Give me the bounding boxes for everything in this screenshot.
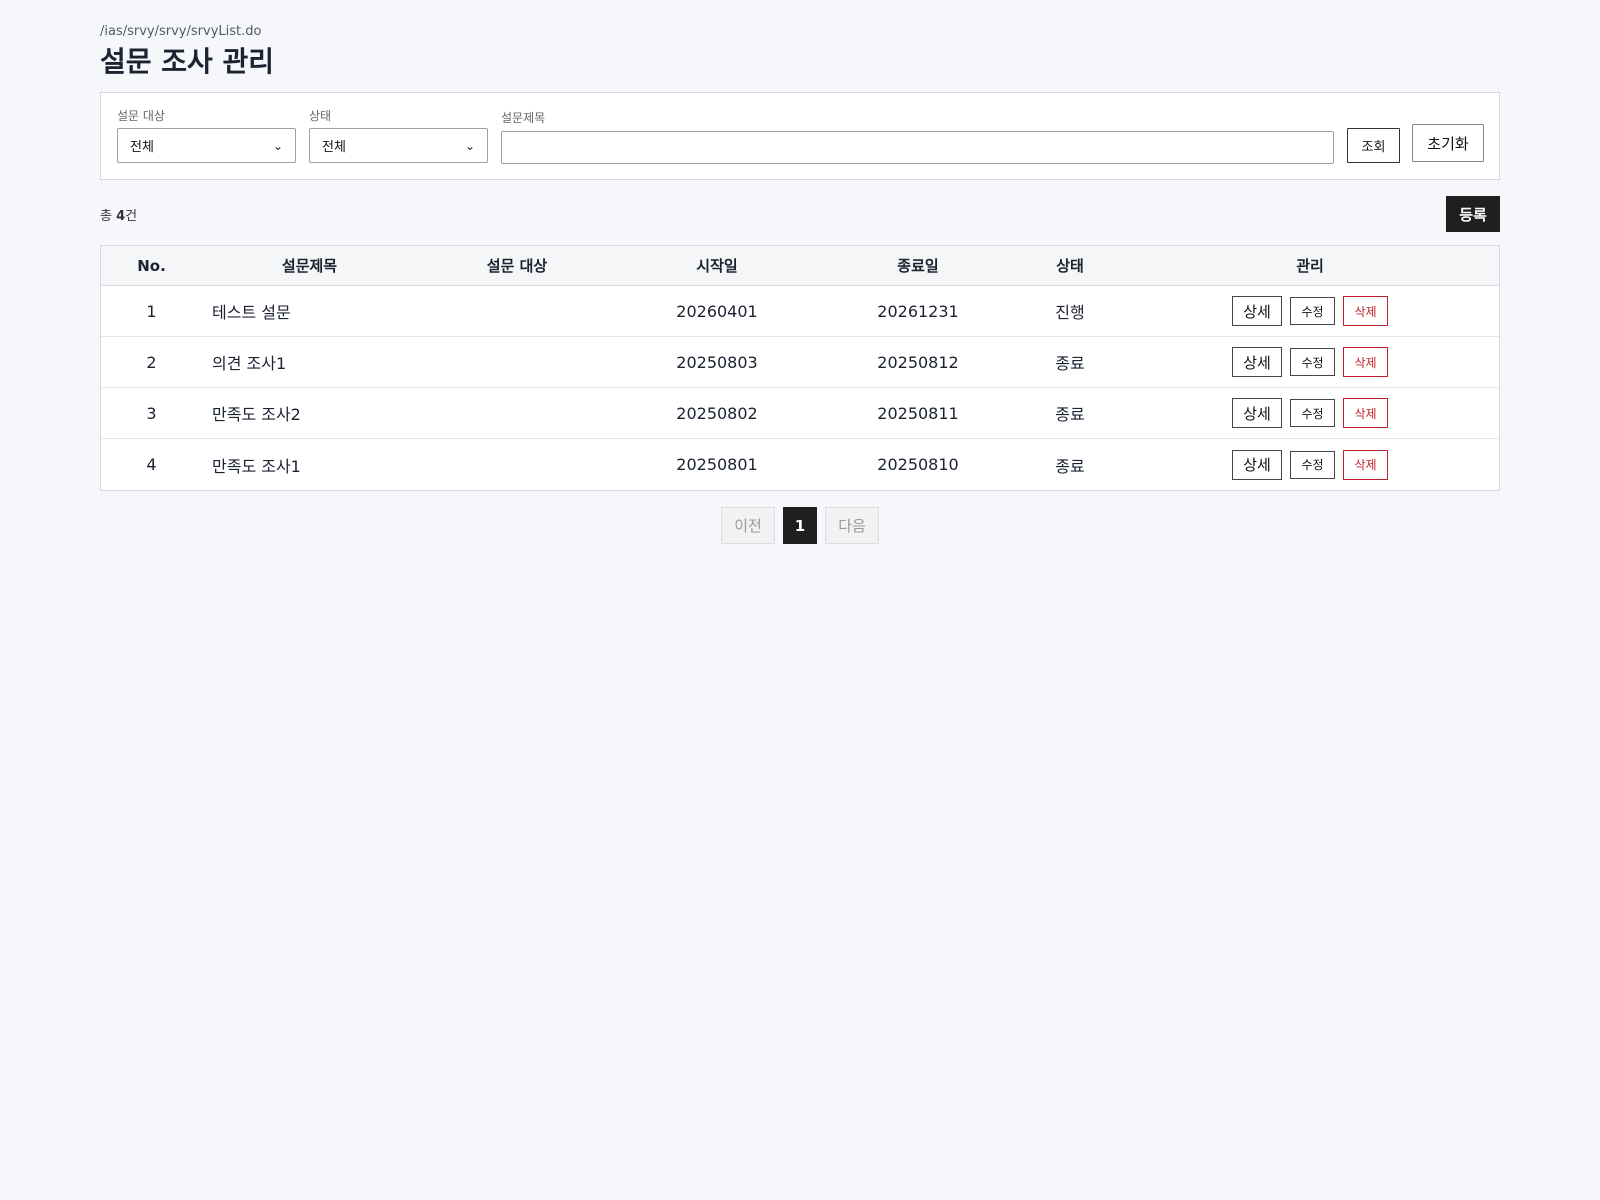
detail-button[interactable]: 상세: [1232, 449, 1282, 480]
cell-title: 테스트 설문: [212, 303, 291, 322]
edit-button[interactable]: 수정: [1290, 399, 1335, 427]
page-title: 설문 조사 관리: [100, 45, 275, 78]
cell-no: 2: [146, 352, 157, 372]
cell-status: 종료: [1055, 405, 1085, 424]
cell-start-date: 20260401: [676, 301, 758, 321]
edit-button[interactable]: 수정: [1290, 348, 1335, 376]
prev-page-button[interactable]: 이전: [721, 507, 775, 544]
table-header: No. 설문제목 설문 대상 시작일 종료일 상태 관리: [101, 246, 1499, 286]
cell-title: 의견 조사1: [212, 354, 287, 373]
cell-end-date: 20250811: [877, 403, 959, 423]
target-filter-value: 전체: [130, 140, 154, 155]
header-end-date: 종료일: [897, 257, 939, 275]
status-filter-value: 전체: [322, 140, 346, 155]
edit-button[interactable]: 수정: [1290, 450, 1335, 479]
pagination: 이전 1 다음: [721, 507, 879, 544]
header-no: No.: [137, 256, 166, 275]
search-button[interactable]: 조회: [1347, 128, 1400, 163]
cell-end-date: 20261231: [877, 301, 959, 321]
url-path: /ias/srvy/srvy/srvyList.do: [100, 24, 262, 39]
cell-start-date: 20250802: [676, 403, 758, 423]
total-count: 총 4건: [100, 209, 138, 224]
header-title: 설문제목: [281, 257, 338, 275]
chevron-down-icon: ⌄: [272, 138, 283, 153]
cell-no: 1: [146, 301, 157, 321]
target-filter-label: 설문 대상: [117, 109, 165, 123]
table-row: 2 의견 조사1 20250803 20250812 종료 상세 수정 삭제: [101, 337, 1499, 388]
header-start-date: 시작일: [696, 257, 738, 275]
title-filter-label: 설문제목: [501, 111, 546, 125]
total-count-number: 4: [116, 209, 126, 224]
header-status: 상태: [1056, 257, 1084, 275]
target-filter-select[interactable]: 전체 ⌄: [117, 128, 296, 163]
cell-no: 3: [146, 403, 157, 423]
delete-button[interactable]: 삭제: [1343, 398, 1388, 428]
cell-actions: 상세 수정 삭제: [1121, 347, 1499, 377]
cell-no: 4: [146, 455, 157, 474]
register-button[interactable]: 등록: [1446, 196, 1500, 232]
cell-actions: 상세 수정 삭제: [1121, 398, 1499, 428]
reset-button[interactable]: 초기화: [1412, 124, 1484, 162]
detail-button[interactable]: 상세: [1232, 347, 1282, 377]
edit-button[interactable]: 수정: [1290, 297, 1335, 325]
table-row: 1 테스트 설문 20260401 20261231 진행 상세 수정 삭제: [101, 286, 1499, 337]
status-filter-label: 상태: [309, 109, 332, 123]
header-manage: 관리: [1296, 257, 1324, 275]
table-row: 3 만족도 조사2 20250802 20250811 종료 상세 수정 삭제: [101, 388, 1499, 439]
cell-start-date: 20250801: [676, 455, 758, 474]
next-page-button[interactable]: 다음: [825, 507, 879, 544]
cell-end-date: 20250812: [877, 352, 959, 372]
cell-actions: 상세 수정 삭제: [1121, 449, 1499, 480]
cell-title: 만족도 조사2: [212, 405, 301, 424]
chevron-down-icon: ⌄: [464, 138, 475, 153]
cell-status: 종료: [1055, 354, 1085, 373]
current-page-button[interactable]: 1: [783, 507, 817, 544]
cell-title: 만족도 조사1: [212, 456, 301, 476]
table-row: 4 만족도 조사1 20250801 20250810 종료 상세 수정 삭제: [101, 439, 1499, 490]
detail-button[interactable]: 상세: [1232, 398, 1282, 428]
header-target: 설문 대상: [486, 257, 548, 275]
cell-end-date: 20250810: [877, 455, 959, 474]
cell-start-date: 20250803: [676, 352, 758, 372]
detail-button[interactable]: 상세: [1232, 296, 1282, 326]
cell-actions: 상세 수정 삭제: [1121, 296, 1499, 326]
title-search-input[interactable]: [501, 131, 1334, 164]
delete-button[interactable]: 삭제: [1343, 347, 1388, 377]
cell-status: 진행: [1055, 303, 1085, 322]
delete-button[interactable]: 삭제: [1343, 296, 1388, 326]
cell-status: 종료: [1055, 456, 1085, 476]
status-filter-select[interactable]: 전체 ⌄: [309, 128, 488, 163]
delete-button[interactable]: 삭제: [1343, 449, 1388, 480]
search-panel: 설문 대상 전체 ⌄ 상태 전체 ⌄ 설문제목 조회 초기화: [100, 92, 1500, 180]
survey-table: No. 설문제목 설문 대상 시작일 종료일 상태 관리 1 테스트 설문 20…: [100, 245, 1500, 491]
